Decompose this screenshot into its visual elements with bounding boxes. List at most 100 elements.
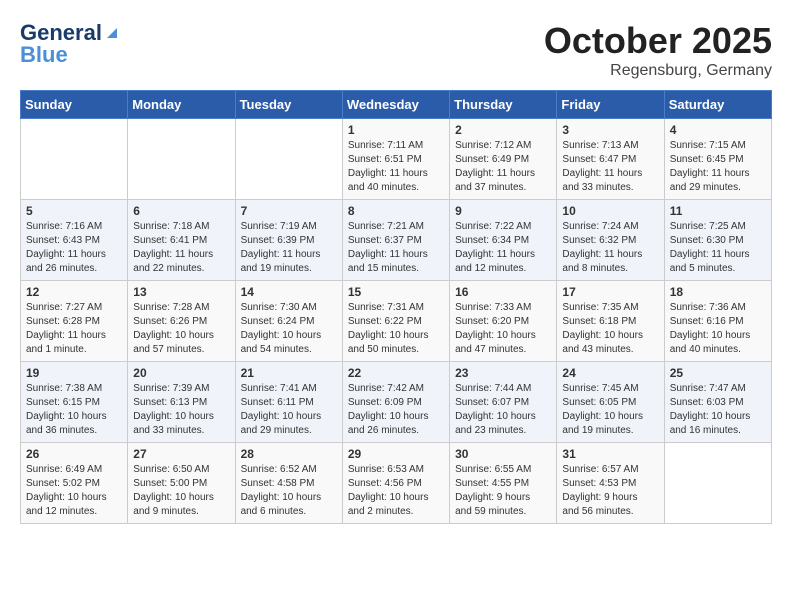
weekday-header-saturday: Saturday — [664, 91, 771, 119]
page-subtitle: Regensburg, Germany — [544, 62, 772, 80]
day-info: Sunrise: 7:36 AM Sunset: 6:16 PM Dayligh… — [670, 301, 766, 357]
title-block: October 2025 Regensburg, Germany — [544, 20, 772, 80]
calendar-cell: 6 Sunrise: 7:18 AM Sunset: 6:41 PM Daylig… — [128, 200, 235, 281]
day-number: 4 — [670, 123, 766, 137]
day-info: Sunrise: 7:28 AM Sunset: 6:26 PM Dayligh… — [133, 301, 229, 357]
day-number: 15 — [348, 285, 444, 299]
day-number: 24 — [562, 366, 658, 380]
calendar-cell: 2 Sunrise: 7:12 AM Sunset: 6:49 PM Daylig… — [450, 119, 557, 200]
calendar-cell: 15 Sunrise: 7:31 AM Sunset: 6:22 PM Dayli… — [342, 281, 449, 362]
day-info: Sunrise: 7:35 AM Sunset: 6:18 PM Dayligh… — [562, 301, 658, 357]
day-number: 7 — [241, 204, 337, 218]
calendar-week-row: 1 Sunrise: 7:11 AM Sunset: 6:51 PM Daylig… — [21, 119, 772, 200]
calendar-cell: 19 Sunrise: 7:38 AM Sunset: 6:15 PM Dayli… — [21, 362, 128, 443]
calendar-cell — [664, 443, 771, 524]
day-info: Sunrise: 7:44 AM Sunset: 6:07 PM Dayligh… — [455, 382, 551, 438]
day-number: 13 — [133, 285, 229, 299]
day-number: 10 — [562, 204, 658, 218]
calendar-cell — [128, 119, 235, 200]
calendar-cell: 11 Sunrise: 7:25 AM Sunset: 6:30 PM Dayli… — [664, 200, 771, 281]
calendar-cell: 10 Sunrise: 7:24 AM Sunset: 6:32 PM Dayli… — [557, 200, 664, 281]
day-info: Sunrise: 6:53 AM Sunset: 4:56 PM Dayligh… — [348, 463, 444, 519]
day-number: 9 — [455, 204, 551, 218]
calendar-cell: 20 Sunrise: 7:39 AM Sunset: 6:13 PM Dayli… — [128, 362, 235, 443]
day-info: Sunrise: 7:38 AM Sunset: 6:15 PM Dayligh… — [26, 382, 122, 438]
day-number: 23 — [455, 366, 551, 380]
day-number: 20 — [133, 366, 229, 380]
calendar-cell: 18 Sunrise: 7:36 AM Sunset: 6:16 PM Dayli… — [664, 281, 771, 362]
day-info: Sunrise: 6:57 AM Sunset: 4:53 PM Dayligh… — [562, 463, 658, 519]
weekday-header-thursday: Thursday — [450, 91, 557, 119]
day-info: Sunrise: 7:25 AM Sunset: 6:30 PM Dayligh… — [670, 220, 766, 276]
day-info: Sunrise: 7:11 AM Sunset: 6:51 PM Dayligh… — [348, 139, 444, 195]
day-number: 17 — [562, 285, 658, 299]
calendar-cell: 8Sunrise: 7:21 AM Sunset: 6:37 PM Daylig… — [342, 200, 449, 281]
day-info: Sunrise: 6:55 AM Sunset: 4:55 PM Dayligh… — [455, 463, 551, 519]
calendar-cell: 23 Sunrise: 7:44 AM Sunset: 6:07 PM Dayli… — [450, 362, 557, 443]
day-number: 2 — [455, 123, 551, 137]
day-info: Sunrise: 7:12 AM Sunset: 6:49 PM Dayligh… — [455, 139, 551, 195]
day-info: Sunrise: 7:15 AM Sunset: 6:45 PM Dayligh… — [670, 139, 766, 195]
day-number: 31 — [562, 447, 658, 461]
day-info: Sunrise: 7:19 AM Sunset: 6:39 PM Dayligh… — [241, 220, 337, 276]
calendar-week-row: 19 Sunrise: 7:38 AM Sunset: 6:15 PM Dayli… — [21, 362, 772, 443]
day-info: Sunrise: 7:33 AM Sunset: 6:20 PM Dayligh… — [455, 301, 551, 357]
calendar-cell: 3 Sunrise: 7:13 AM Sunset: 6:47 PM Daylig… — [557, 119, 664, 200]
calendar-cell — [235, 119, 342, 200]
day-info: Sunrise: 7:27 AM Sunset: 6:28 PM Dayligh… — [26, 301, 122, 357]
day-info: Sunrise: 6:52 AM Sunset: 4:58 PM Dayligh… — [241, 463, 337, 519]
day-number: 29 — [348, 447, 444, 461]
day-number: 11 — [670, 204, 766, 218]
calendar-cell: 12 Sunrise: 7:27 AM Sunset: 6:28 PM Dayli… — [21, 281, 128, 362]
day-info: Sunrise: 7:42 AM Sunset: 6:09 PM Dayligh… — [348, 382, 444, 438]
weekday-header-sunday: Sunday — [21, 91, 128, 119]
day-info: Sunrise: 7:16 AM Sunset: 6:43 PM Dayligh… — [26, 220, 122, 276]
weekday-header-monday: Monday — [128, 91, 235, 119]
day-info: Sunrise: 7:30 AM Sunset: 6:24 PM Dayligh… — [241, 301, 337, 357]
calendar-cell: 9 Sunrise: 7:22 AM Sunset: 6:34 PM Daylig… — [450, 200, 557, 281]
day-number: 21 — [241, 366, 337, 380]
day-number: 1 — [348, 123, 444, 137]
day-number: 12 — [26, 285, 122, 299]
page-title: October 2025 — [544, 20, 772, 62]
day-info: Sunrise: 7:24 AM Sunset: 6:32 PM Dayligh… — [562, 220, 658, 276]
day-number: 14 — [241, 285, 337, 299]
day-info: Sunrise: 7:18 AM Sunset: 6:41 PM Dayligh… — [133, 220, 229, 276]
day-number: 19 — [26, 366, 122, 380]
logo-blue: Blue — [20, 42, 68, 68]
calendar-cell: 5 Sunrise: 7:16 AM Sunset: 6:43 PM Daylig… — [21, 200, 128, 281]
calendar-cell — [21, 119, 128, 200]
day-info: Sunrise: 7:13 AM Sunset: 6:47 PM Dayligh… — [562, 139, 658, 195]
day-info: Sunrise: 6:49 AM Sunset: 5:02 PM Dayligh… — [26, 463, 122, 519]
calendar-cell: 16Sunrise: 7:33 AM Sunset: 6:20 PM Dayli… — [450, 281, 557, 362]
day-number: 22 — [348, 366, 444, 380]
day-number: 26 — [26, 447, 122, 461]
calendar-cell: 30 Sunrise: 6:55 AM Sunset: 4:55 PM Dayli… — [450, 443, 557, 524]
calendar-week-row: 5 Sunrise: 7:16 AM Sunset: 6:43 PM Daylig… — [21, 200, 772, 281]
calendar-cell: 14 Sunrise: 7:30 AM Sunset: 6:24 PM Dayli… — [235, 281, 342, 362]
calendar-cell: 13 Sunrise: 7:28 AM Sunset: 6:26 PM Dayli… — [128, 281, 235, 362]
logo-arrow-icon — [103, 24, 121, 42]
logo: General Blue — [20, 20, 122, 68]
day-number: 18 — [670, 285, 766, 299]
day-number: 8 — [348, 204, 444, 218]
day-info: Sunrise: 7:45 AM Sunset: 6:05 PM Dayligh… — [562, 382, 658, 438]
calendar-cell: 22 Sunrise: 7:42 AM Sunset: 6:09 PM Dayli… — [342, 362, 449, 443]
calendar-cell: 28Sunrise: 6:52 AM Sunset: 4:58 PM Dayli… — [235, 443, 342, 524]
day-info: Sunrise: 7:39 AM Sunset: 6:13 PM Dayligh… — [133, 382, 229, 438]
day-number: 6 — [133, 204, 229, 218]
day-number: 3 — [562, 123, 658, 137]
calendar-cell: 31 Sunrise: 6:57 AM Sunset: 4:53 PM Dayli… — [557, 443, 664, 524]
calendar-cell: 7 Sunrise: 7:19 AM Sunset: 6:39 PM Daylig… — [235, 200, 342, 281]
calendar-cell: 21Sunrise: 7:41 AM Sunset: 6:11 PM Dayli… — [235, 362, 342, 443]
calendar-cell: 17 Sunrise: 7:35 AM Sunset: 6:18 PM Dayli… — [557, 281, 664, 362]
day-info: Sunrise: 7:22 AM Sunset: 6:34 PM Dayligh… — [455, 220, 551, 276]
day-number: 5 — [26, 204, 122, 218]
day-info: Sunrise: 7:31 AM Sunset: 6:22 PM Dayligh… — [348, 301, 444, 357]
calendar-cell: 1 Sunrise: 7:11 AM Sunset: 6:51 PM Daylig… — [342, 119, 449, 200]
calendar-cell: 26 Sunrise: 6:49 AM Sunset: 5:02 PM Dayli… — [21, 443, 128, 524]
calendar-week-row: 12 Sunrise: 7:27 AM Sunset: 6:28 PM Dayli… — [21, 281, 772, 362]
day-number: 30 — [455, 447, 551, 461]
weekday-header-tuesday: Tuesday — [235, 91, 342, 119]
calendar-week-row: 26 Sunrise: 6:49 AM Sunset: 5:02 PM Dayli… — [21, 443, 772, 524]
